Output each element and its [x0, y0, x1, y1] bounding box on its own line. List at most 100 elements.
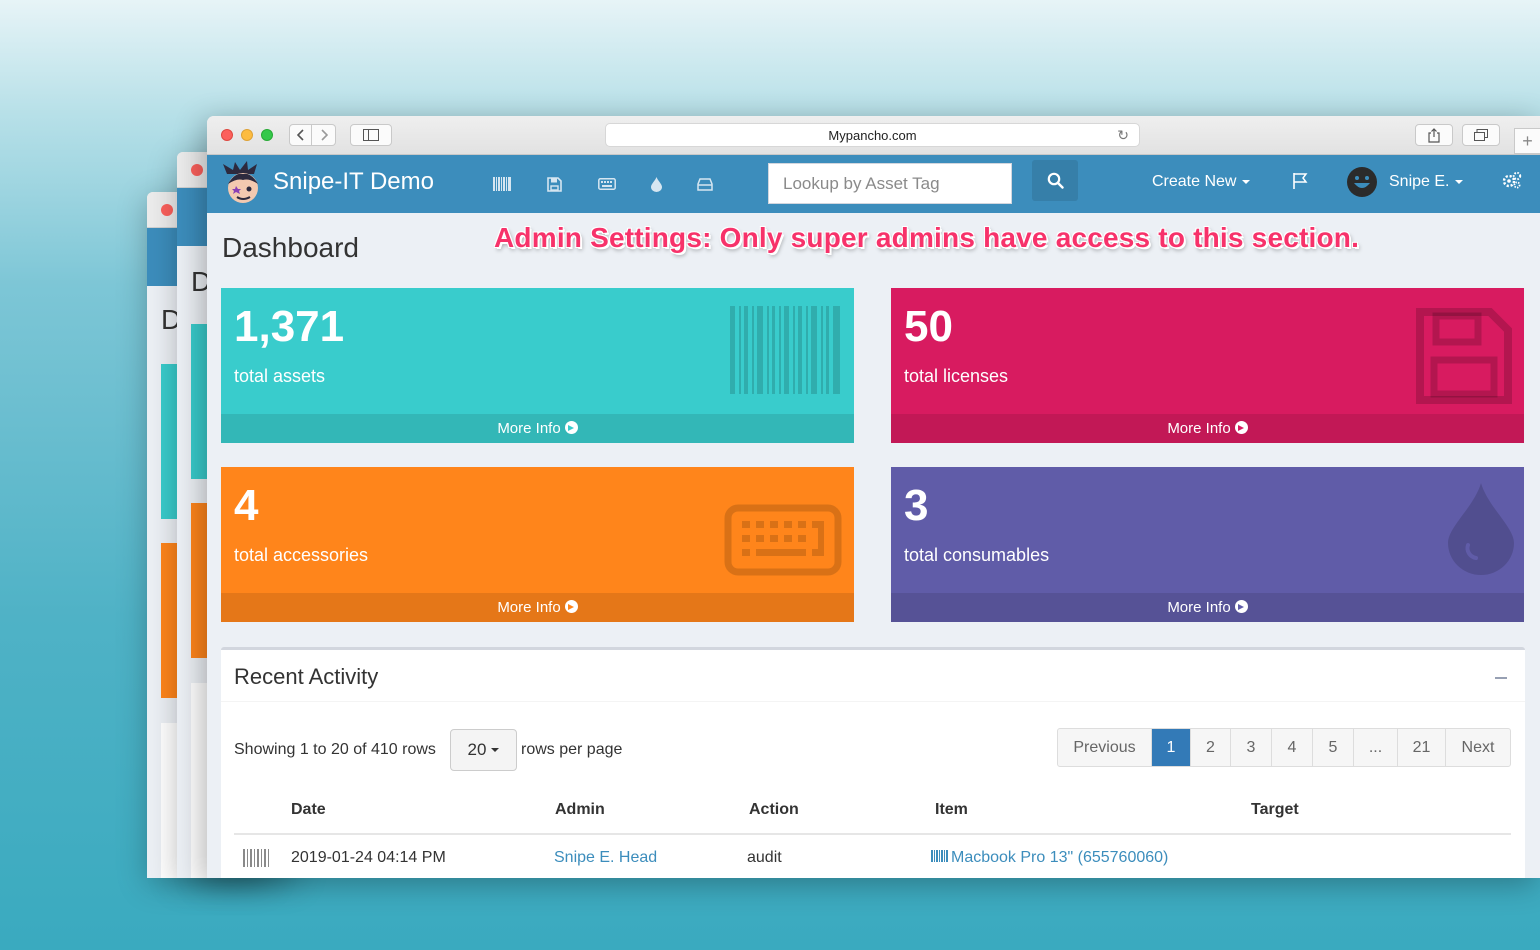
row-item-link[interactable]: Macbook Pro 13" (655760060): [931, 849, 1168, 867]
admin-settings-gear-icon[interactable]: [1502, 171, 1522, 194]
admin-settings-annotation: Admin Settings: Only super admins have a…: [494, 222, 1360, 253]
collapse-minus-icon[interactable]: [1495, 677, 1507, 679]
browser-window: Mypancho.com ↻ + Snipe-IT Demo Lookup by…: [207, 116, 1540, 878]
create-new-menu[interactable]: Create New: [1152, 173, 1251, 191]
chevron-left-icon: [296, 129, 304, 141]
table-header-divider: [234, 833, 1511, 835]
more-info-label: More Info: [497, 599, 561, 616]
stat-box-licenses: 50 total licenses More Info: [891, 288, 1524, 443]
brand-name[interactable]: Snipe-IT Demo: [273, 168, 434, 196]
new-tab-button[interactable]: +: [1514, 128, 1540, 154]
pagination-page[interactable]: 5: [1313, 729, 1354, 766]
more-info-link[interactable]: More Info: [891, 414, 1524, 443]
pagination-page[interactable]: 4: [1272, 729, 1313, 766]
row-date: 2019-01-24 04:14 PM: [291, 849, 446, 866]
sidebar-toggle-button[interactable]: [350, 124, 392, 146]
pagination-next[interactable]: Next: [1446, 729, 1510, 766]
barcode-icon: [243, 849, 269, 867]
close-window-button[interactable]: [221, 129, 233, 141]
caret-down-icon: [491, 748, 500, 752]
arrow-circle-right-icon: [564, 600, 578, 613]
accessory-label: total accessories: [234, 545, 369, 565]
consumable-count: 3: [904, 481, 929, 530]
reload-icon[interactable]: ↻: [1117, 127, 1129, 144]
column-header-item[interactable]: Item: [935, 801, 968, 819]
barcode-icon: [730, 306, 840, 394]
license-label: total licenses: [904, 366, 1009, 386]
sidebar-icon: [363, 129, 379, 141]
forward-button[interactable]: [312, 124, 336, 146]
recent-activity-panel: Recent Activity Showing 1 to 20 of 410 r…: [221, 647, 1525, 878]
divider: [221, 701, 1525, 702]
panel-title: Recent Activity: [234, 664, 379, 689]
page-size-value: 20: [467, 740, 487, 759]
rows-per-page-label: rows per page: [521, 741, 623, 758]
show-tabs-button[interactable]: [1462, 124, 1500, 146]
close-window-icon[interactable]: [161, 204, 173, 216]
column-header-date[interactable]: Date: [291, 801, 326, 819]
asset-count: 1,371: [234, 302, 345, 351]
column-header-action[interactable]: Action: [749, 801, 799, 819]
share-button[interactable]: [1415, 124, 1453, 146]
consumable-label: total consumables: [904, 545, 1050, 565]
back-button[interactable]: [289, 124, 312, 146]
flag-icon[interactable]: [1292, 172, 1308, 195]
stat-box-consumables: 3 total consumables More Info: [891, 467, 1524, 622]
create-new-label: Create New: [1152, 173, 1237, 190]
column-header-admin[interactable]: Admin: [555, 801, 605, 819]
floppy-disk-icon[interactable]: [543, 173, 565, 195]
pagination-previous[interactable]: Previous: [1058, 729, 1152, 766]
pagination-page[interactable]: 1: [1152, 729, 1191, 766]
rows-showing-info: Showing 1 to 20 of 410 rows: [234, 741, 436, 758]
tint-drop-icon: [1448, 483, 1514, 575]
plus-icon: +: [1522, 130, 1533, 151]
snipe-logo-icon[interactable]: [219, 160, 267, 208]
url-text: Mypancho.com: [828, 127, 917, 143]
stat-box-accessories: 4 total accessories More Info: [221, 467, 854, 622]
user-name: Snipe E.: [1389, 173, 1450, 190]
asset-tag-search-input[interactable]: [768, 163, 1012, 204]
share-icon: [1428, 127, 1440, 143]
caret-down-icon: [1242, 179, 1251, 184]
user-menu[interactable]: Snipe E.: [1389, 173, 1464, 191]
maximize-window-button[interactable]: [261, 129, 273, 141]
column-header-target[interactable]: Target: [1251, 801, 1299, 819]
printer-icon[interactable]: [694, 173, 716, 195]
arrow-circle-right-icon: [1234, 421, 1248, 434]
app-navbar: Snipe-IT Demo Create New: [207, 155, 1540, 213]
pagination-page[interactable]: 3: [1231, 729, 1272, 766]
more-info-link[interactable]: More Info: [221, 414, 854, 443]
minimize-window-button[interactable]: [241, 129, 253, 141]
close-window-icon[interactable]: [191, 164, 203, 176]
arrow-circle-right-icon: [1234, 600, 1248, 613]
pagination-ellipsis: ...: [1354, 729, 1398, 766]
row-admin-link[interactable]: Snipe E. Head: [554, 849, 657, 867]
keyboard-icon[interactable]: [596, 173, 618, 195]
stat-box-assets: 1,371 total assets More Info: [221, 288, 854, 443]
more-info-label: More Info: [1167, 599, 1231, 616]
pagination-page[interactable]: 21: [1398, 729, 1446, 766]
chevron-right-icon: [320, 129, 328, 141]
accessory-count: 4: [234, 481, 259, 530]
asset-label: total assets: [234, 366, 326, 386]
license-count: 50: [904, 302, 953, 351]
more-info-label: More Info: [497, 420, 561, 437]
barcode-icon[interactable]: [491, 173, 513, 195]
search-button[interactable]: [1032, 160, 1078, 201]
more-info-link[interactable]: More Info: [221, 593, 854, 622]
page-size-dropdown[interactable]: 20: [450, 729, 517, 771]
address-bar[interactable]: Mypancho.com ↻: [605, 123, 1140, 147]
pagination-page[interactable]: 2: [1191, 729, 1231, 766]
row-action: audit: [747, 849, 782, 866]
user-avatar[interactable]: [1346, 166, 1378, 198]
search-icon: [1047, 172, 1064, 189]
arrow-circle-right-icon: [564, 421, 578, 434]
more-info-link[interactable]: More Info: [891, 593, 1524, 622]
browser-toolbar: Mypancho.com ↻ +: [207, 116, 1540, 155]
barcode-icon: [931, 850, 948, 862]
more-info-label: More Info: [1167, 420, 1231, 437]
caret-down-icon: [1455, 179, 1464, 184]
page-title: Dashboard: [222, 232, 359, 263]
floppy-disk-icon: [1416, 308, 1512, 404]
tint-drop-icon[interactable]: [645, 173, 667, 195]
